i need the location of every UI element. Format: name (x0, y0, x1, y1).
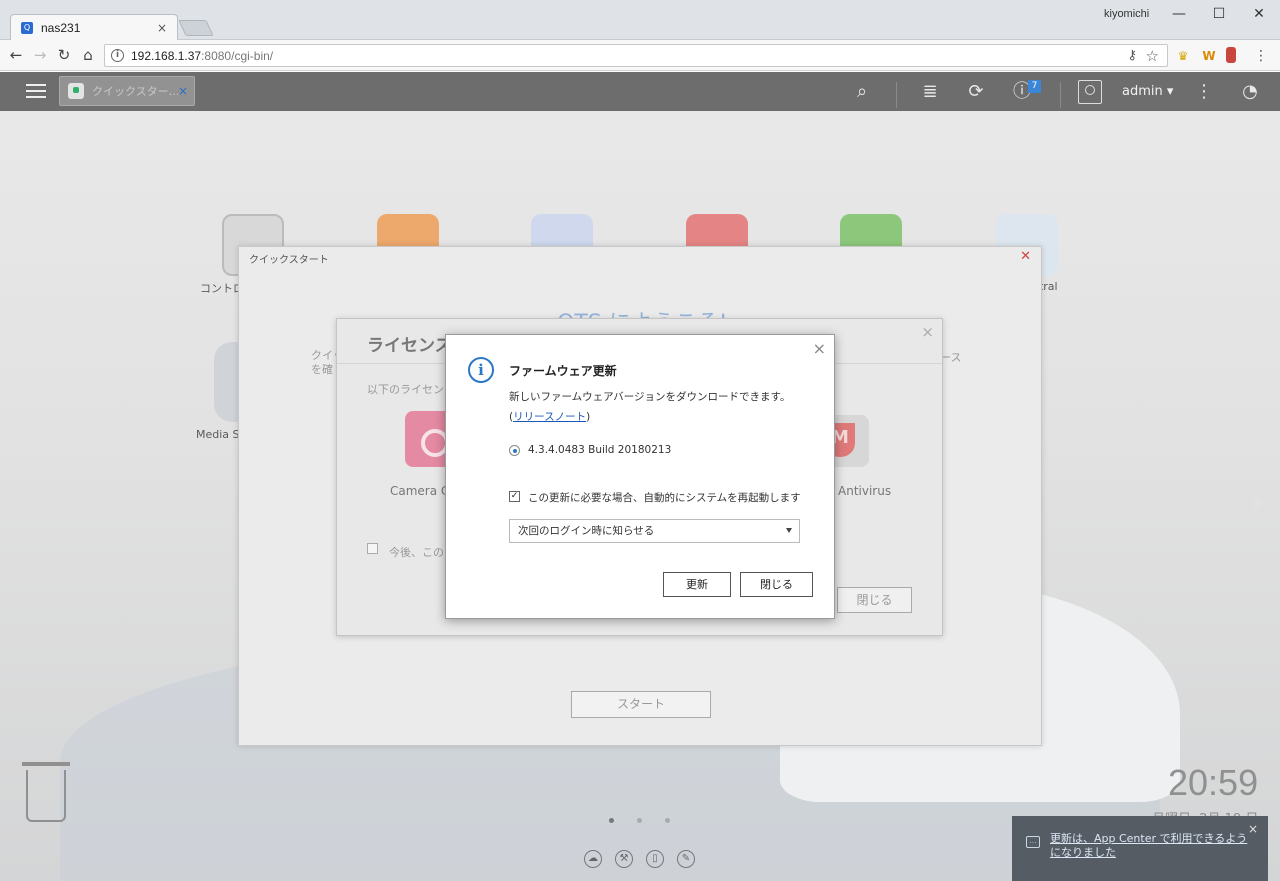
reload-button[interactable]: ↻ (54, 45, 74, 65)
release-notes-link[interactable]: リリースノート (513, 411, 586, 423)
dock: ☁ ⚒ ▯ ✎ (584, 850, 708, 868)
page-dot-1[interactable] (609, 818, 614, 823)
page-indicator (609, 812, 693, 826)
qts-top-bar: クイックスター… × ⌕ ≣ ⟳ ⓘ 7 admin ▾ ⋮ ◔ (0, 72, 1280, 111)
tab-title: nas231 (41, 20, 81, 35)
quickstart-close-icon[interactable]: ✕ (1020, 249, 1031, 264)
extension-crown-icon[interactable]: ♛ (1174, 47, 1192, 65)
url-host: 192.168.1.37 (131, 49, 202, 63)
dont-show-label: 今後、この (389, 546, 444, 559)
url-input[interactable]: i 192.168.1.37:8080/cgi-bin/ ⚷ ☆ (104, 44, 1168, 67)
quickstart-title: クイックスタート (249, 255, 329, 266)
new-tab-button[interactable] (178, 20, 214, 36)
bookmark-star-icon[interactable]: ☆ (1146, 47, 1159, 65)
home-button[interactable]: ⌂ (78, 45, 98, 65)
trash-icon[interactable] (22, 762, 70, 822)
camera-app-label: Camera C (390, 484, 450, 498)
reminder-select[interactable]: 次回のログイン時に知らせる (509, 519, 800, 543)
quickstart-taskbar-tab[interactable]: クイックスター… × (59, 76, 195, 106)
firmware-close-icon[interactable]: × (813, 339, 826, 358)
page-dot-3[interactable] (665, 818, 670, 823)
minimize-button[interactable]: — (1164, 4, 1194, 24)
media-station-label: Media St (196, 428, 244, 441)
firmware-close-button[interactable]: 閉じる (740, 572, 813, 597)
extension-w-icon[interactable]: W (1200, 47, 1218, 65)
edit-dock-icon[interactable]: ✎ (677, 850, 695, 868)
info-icon: i (468, 357, 494, 383)
version-label: 4.3.4.0483 Build 20180213 (528, 444, 672, 456)
notification-close-icon[interactable]: × (1248, 822, 1258, 836)
firmware-update-dialog: i × ファームウェア更新 新しいファームウェアバージョンをダウンロードできます… (445, 334, 835, 619)
start-button[interactable]: スタート (571, 691, 711, 718)
firmware-title: ファームウェア更新 (509, 364, 617, 378)
forward-button[interactable]: → (30, 45, 50, 65)
extension-red-icon[interactable] (1226, 47, 1236, 63)
maximize-button[interactable]: ☐ (1204, 4, 1234, 24)
page-dot-2[interactable] (637, 818, 642, 823)
notification-message[interactable]: 更新は、App Center で利用できるようになりました (1050, 832, 1250, 860)
separator (1060, 82, 1061, 108)
key-icon[interactable]: ⚷ (1127, 48, 1137, 63)
quickstart-tab-label: クイックスター… (92, 85, 178, 98)
firmware-description: 新しいファームウェアバージョンをダウンロードできます。 (509, 391, 791, 403)
browser-tab[interactable]: Q nas231 × (10, 14, 178, 40)
qts-desktop: コントロ ntral Media St › 20:59 月曜日, 2月 19 日… (0, 72, 1280, 881)
browser-titlebar: Q nas231 × kiyomichi — ☐ ✕ (0, 0, 1280, 40)
license-close-icon[interactable]: × (921, 323, 934, 341)
chrome-menu-icon[interactable]: ⋮ (1252, 47, 1270, 65)
qnap-favicon-icon: Q (21, 21, 33, 34)
more-options-icon[interactable]: ⋮ (1192, 80, 1216, 104)
license-description: 以下のライセンス (367, 383, 455, 396)
book-dock-icon[interactable]: ▯ (646, 850, 664, 868)
license-close-button[interactable]: 閉じる (837, 587, 912, 613)
quickstart-tab-close-icon[interactable]: × (178, 84, 188, 98)
paren-close: ) (586, 411, 591, 423)
background-tasks-icon[interactable]: ≣ (918, 80, 942, 104)
site-info-icon[interactable]: i (111, 49, 124, 62)
antivirus-app-label: Antivirus (838, 484, 892, 498)
tab-close-icon[interactable]: × (155, 21, 169, 35)
address-bar: ← → ↻ ⌂ i 192.168.1.37:8080/cgi-bin/ ⚷ ☆… (0, 40, 1280, 71)
release-notes: (リリースノート) (509, 409, 590, 424)
select-caret-icon (786, 528, 792, 533)
notification-badge: 7 (1028, 80, 1041, 93)
update-button[interactable]: 更新 (663, 572, 731, 597)
reminder-select-value: 次回のログイン時に知らせる (518, 525, 655, 537)
user-avatar-icon[interactable] (1078, 80, 1102, 104)
auto-restart-checkbox[interactable]: ✓ (509, 491, 520, 502)
external-device-icon[interactable]: ⟳ (964, 80, 988, 104)
window-user-label: kiyomichi (1104, 8, 1150, 20)
dashboard-icon[interactable]: ◔ (1238, 80, 1262, 104)
url-path: :8080/cgi-bin/ (201, 49, 274, 63)
version-radio[interactable] (509, 445, 520, 456)
quickstart-app-icon (68, 83, 84, 99)
dont-show-checkbox[interactable] (367, 543, 378, 554)
tools-dock-icon[interactable]: ⚒ (615, 850, 633, 868)
update-notification[interactable]: … 更新は、App Center で利用できるようになりました × (1012, 816, 1268, 881)
url-text: 192.168.1.37:8080/cgi-bin/ (131, 49, 273, 63)
back-button[interactable]: ← (6, 45, 26, 65)
chat-bubble-icon: … (1026, 836, 1040, 848)
clock: 20:59 (1168, 762, 1259, 803)
admin-menu[interactable]: admin ▾ (1122, 84, 1173, 99)
main-menu-icon[interactable] (26, 80, 46, 100)
auto-restart-label: この更新に必要な場合、自動的にシステムを再起動します (528, 492, 801, 504)
separator (896, 82, 897, 108)
license-title: ライセンス (367, 336, 452, 356)
next-page-arrow-icon[interactable]: › (1248, 477, 1265, 526)
search-icon[interactable]: ⌕ (850, 80, 874, 104)
cloud-dock-icon[interactable]: ☁ (584, 850, 602, 868)
window-close-button[interactable]: ✕ (1244, 4, 1274, 24)
